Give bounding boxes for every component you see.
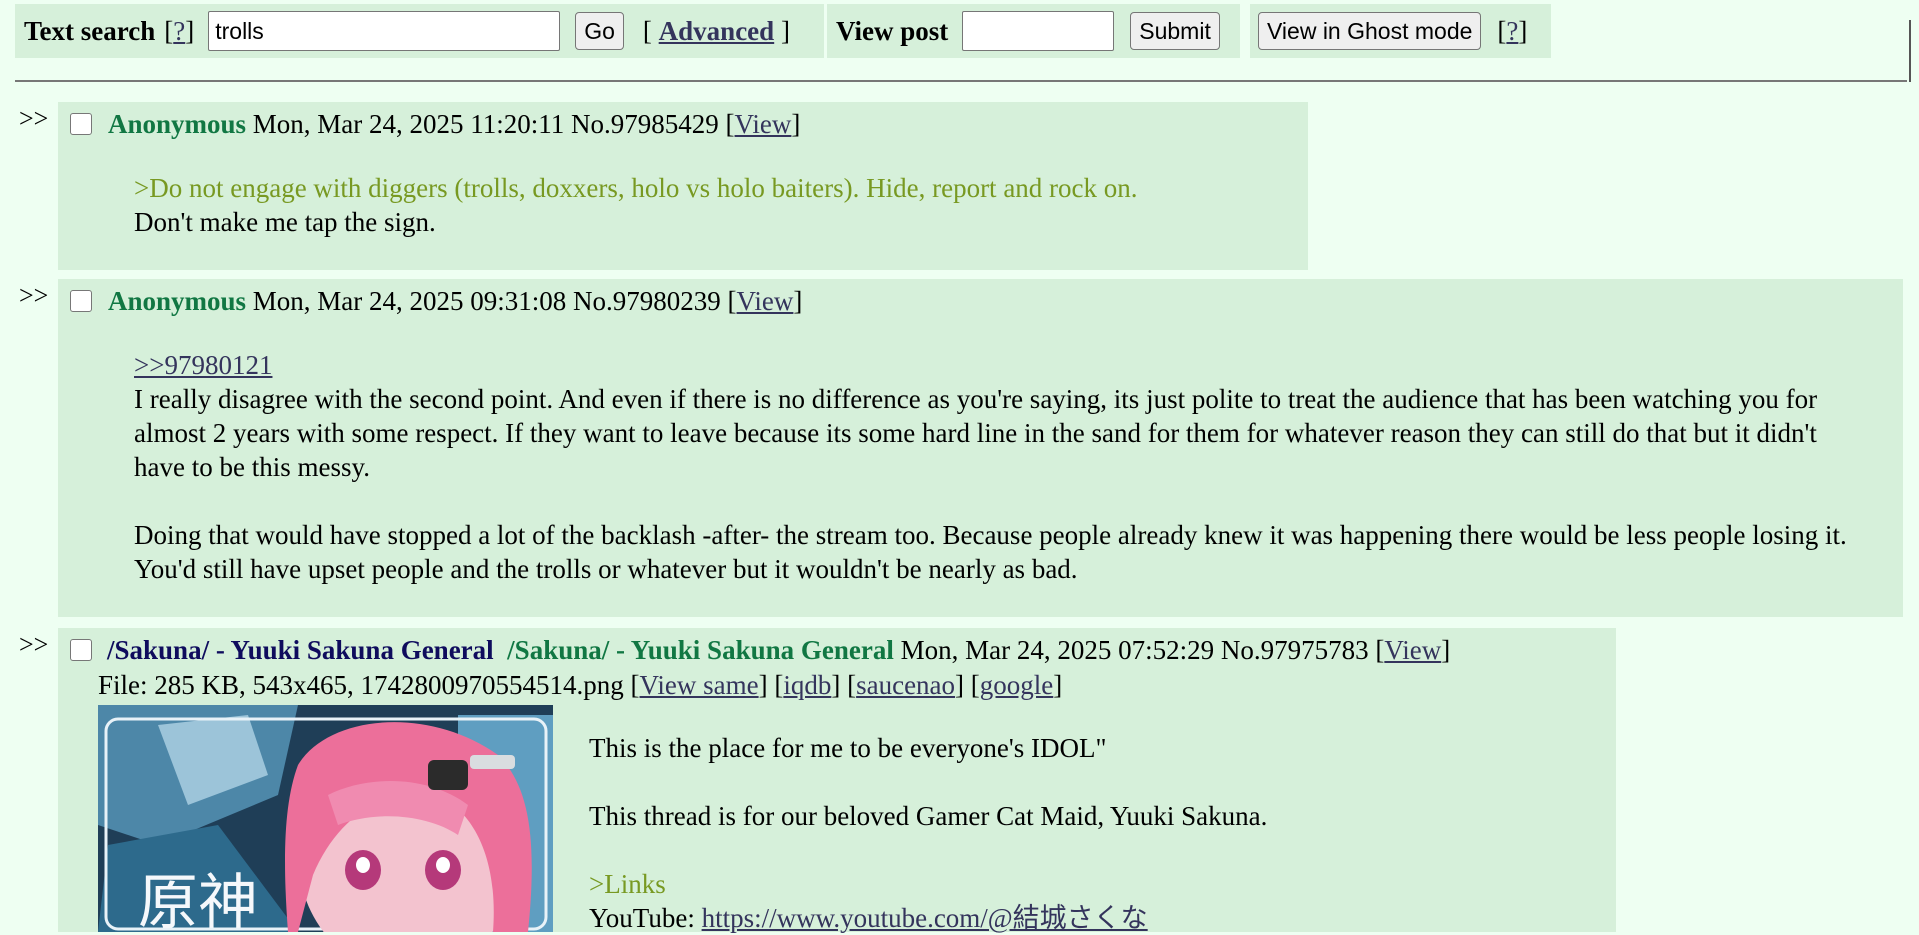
greentext-line: >Links: [589, 869, 666, 899]
view-link[interactable]: View: [735, 109, 792, 139]
post-date: Mon, Mar 24, 2025 09:31:08: [252, 286, 567, 316]
search-input[interactable]: trolls: [208, 11, 561, 51]
help-link[interactable]: ?: [173, 16, 185, 46]
post-header: Anonymous Mon, Mar 24, 2025 11:20:11 No.…: [108, 109, 801, 139]
message-text: Don't make me tap the sign.: [134, 207, 436, 237]
youtube-label: YouTube:: [589, 903, 702, 933]
iqdb-link[interactable]: iqdb: [783, 670, 831, 700]
view-link[interactable]: View: [1384, 635, 1441, 665]
post-reply: Anonymous Mon, Mar 24, 2025 11:20:11 No.…: [58, 102, 1308, 270]
post-arrows: >>: [19, 630, 49, 659]
greentext-line: >Do not engage with diggers (trolls, dox…: [134, 173, 1138, 203]
advanced-search[interactable]: [ Advanced ]: [643, 16, 790, 47]
file-info: File: 285 KB, 543x465, 1742800970554514.…: [98, 670, 1063, 700]
post-arrows: >>: [19, 281, 49, 310]
view-post-box: View post Submit: [827, 4, 1240, 58]
message-line: This thread is for our beloved Gamer Cat…: [589, 801, 1268, 831]
ghost-help[interactable]: [?]: [1497, 16, 1527, 47]
text-search-box: Text search [?] trolls Go [ Advanced ]: [15, 4, 824, 58]
advanced-link[interactable]: Advanced: [659, 16, 775, 46]
message-paragraph: Doing that would have stopped a lot of t…: [134, 520, 1847, 584]
post-number[interactable]: No.97985429: [571, 109, 719, 139]
message-paragraph: I really disagree with the second point.…: [134, 384, 1818, 482]
ghost-mode-box: View in Ghost mode [?]: [1250, 4, 1551, 58]
thumbnail-image[interactable]: 原神: [98, 705, 553, 932]
post-number[interactable]: No.97975783: [1221, 635, 1369, 665]
post-header: /Sakuna/ - Yuuki Sakuna General /Sakuna/…: [107, 635, 1451, 665]
post-op: /Sakuna/ - Yuuki Sakuna General /Sakuna/…: [58, 628, 1616, 935]
post-arrows: >>: [19, 104, 49, 133]
thumbnail-art: 原神: [98, 705, 553, 932]
post-checkbox[interactable]: [70, 639, 92, 661]
post-message: >Do not engage with diggers (trolls, dox…: [134, 171, 1294, 239]
text-search-help[interactable]: [?]: [164, 16, 194, 47]
divider: [15, 80, 1907, 82]
post-reply: Anonymous Mon, Mar 24, 2025 09:31:08 No.…: [58, 279, 1903, 617]
view-same-link[interactable]: View same: [640, 670, 759, 700]
post-checkbox[interactable]: [70, 290, 92, 312]
scrollbar[interactable]: [1909, 20, 1911, 82]
text-search-label: Text search: [24, 15, 156, 46]
post-date: Mon, Mar 24, 2025 11:20:11: [252, 109, 565, 139]
poster-name: Anonymous: [108, 109, 247, 139]
post-checkbox[interactable]: [70, 113, 92, 135]
post-number[interactable]: No.97980239: [573, 286, 721, 316]
view-post-label: View post: [836, 15, 949, 46]
google-link[interactable]: google: [980, 670, 1054, 700]
saucenao-link[interactable]: saucenao: [856, 670, 955, 700]
post-date: Mon, Mar 24, 2025 07:52:29: [900, 635, 1215, 665]
ghost-mode-button[interactable]: View in Ghost mode: [1258, 12, 1482, 50]
poster-name: /Sakuna/ - Yuuki Sakuna General: [507, 635, 894, 665]
youtube-link[interactable]: https://www.youtube.com/@結城さくな: [702, 903, 1148, 933]
thumbnail-logo-text: 原神: [138, 868, 258, 932]
post-message: >>97980121 I really disagree with the se…: [134, 348, 1864, 586]
ghost-help-link[interactable]: ?: [1506, 16, 1518, 46]
post-number-input[interactable]: [962, 11, 1115, 51]
poster-name: Anonymous: [108, 286, 247, 316]
post-message: This is the place for me to be everyone'…: [589, 731, 1589, 935]
view-link[interactable]: View: [737, 286, 794, 316]
submit-button[interactable]: Submit: [1130, 12, 1220, 50]
go-button[interactable]: Go: [575, 12, 624, 50]
quote-link[interactable]: >>97980121: [134, 350, 272, 380]
file-details: File: 285 KB, 543x465, 1742800970554514.…: [98, 670, 624, 700]
post-header: Anonymous Mon, Mar 24, 2025 09:31:08 No.…: [108, 286, 803, 316]
thread-subject: /Sakuna/ - Yuuki Sakuna General: [107, 635, 494, 665]
message-line: This is the place for me to be everyone'…: [589, 733, 1107, 763]
